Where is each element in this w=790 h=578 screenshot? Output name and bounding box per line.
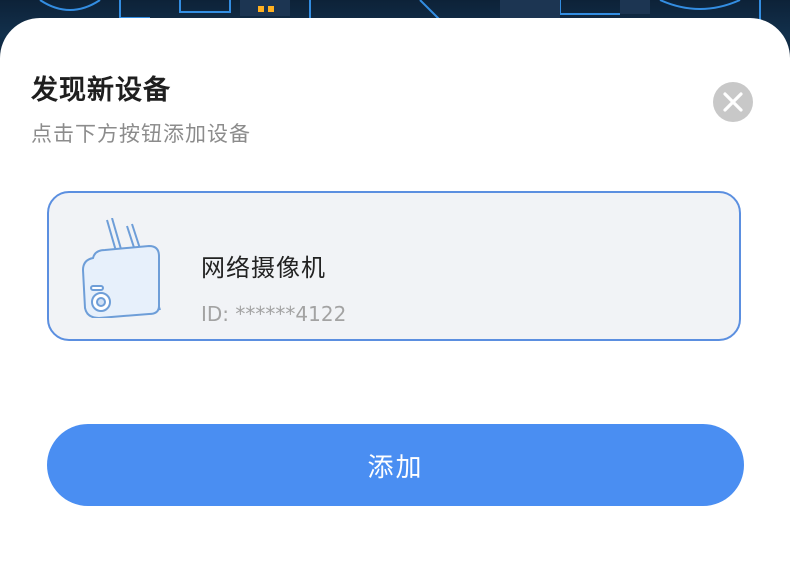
device-id: ID: ******4122 (201, 302, 346, 326)
dialog-title: 发现新设备 (31, 75, 171, 106)
device-id-value: ******4122 (235, 302, 347, 326)
device-card[interactable]: 网络摄像机 ID: ******4122 (47, 191, 741, 341)
add-button[interactable]: 添加 (47, 424, 744, 506)
close-icon (723, 92, 743, 112)
device-name: 网络摄像机 (201, 254, 326, 282)
device-id-label: ID: (201, 302, 236, 326)
close-button[interactable] (713, 82, 753, 122)
dialog-subtitle: 点击下方按钮添加设备 (31, 122, 251, 146)
security-camera-icon (81, 218, 161, 318)
